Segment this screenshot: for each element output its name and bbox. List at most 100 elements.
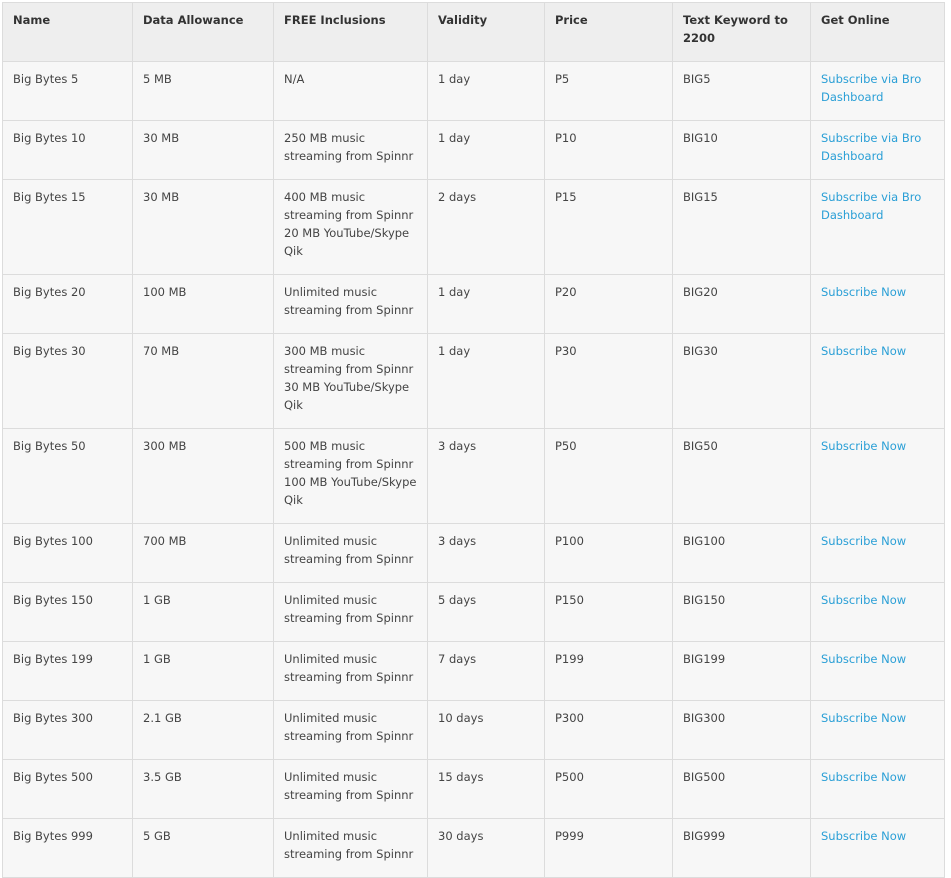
price-cell: P199: [544, 641, 673, 701]
inclusion-item: 250 MB music streaming from Spinnr: [284, 131, 414, 163]
table-row: Big Bytes 300 2.1 GB Unlimited music strea…: [2, 700, 945, 760]
price-cell: P500: [544, 759, 673, 819]
subscribe-link[interactable]: Subscribe Now: [821, 711, 906, 725]
text-keyword-cell: BIG30: [672, 333, 811, 429]
text-keyword-cell: BIG300: [672, 700, 811, 760]
price-cell: P5: [544, 61, 673, 121]
get-online-cell: Subscribe Now: [810, 818, 945, 878]
get-online-cell: Subscribe Now: [810, 700, 945, 760]
text-keyword-cell: BIG15: [672, 179, 811, 275]
subscribe-link[interactable]: Subscribe Now: [821, 770, 906, 784]
validity-cell: 15 days: [427, 759, 545, 819]
inclusion-item: 400 MB music streaming from Spinnr: [284, 190, 414, 222]
text-keyword-cell: BIG999: [672, 818, 811, 878]
data-allowance-cell: 1 GB: [132, 641, 274, 701]
free-inclusions-cell: 400 MB music streaming from Spinnr 20 MB …: [273, 179, 428, 275]
free-inclusions-cell: N/A: [273, 61, 428, 121]
subscribe-link[interactable]: Subscribe Now: [821, 593, 906, 607]
get-online-cell: Subscribe via Bro Dashboard: [810, 179, 945, 275]
validity-cell: 1 day: [427, 274, 545, 334]
plan-name-cell: Big Bytes 100: [2, 523, 133, 583]
inclusion-item: 100 MB YouTube/Skype Qik: [284, 475, 417, 507]
free-inclusions-cell: 300 MB music streaming from Spinnr 30 MB …: [273, 333, 428, 429]
validity-cell: 3 days: [427, 428, 545, 524]
get-online-cell: Subscribe Now: [810, 641, 945, 701]
free-inclusions-cell: Unlimited music streaming from Spinnr: [273, 700, 428, 760]
table-row: Big Bytes 999 5 GB Unlimited music streami…: [2, 818, 945, 878]
validity-cell: 10 days: [427, 700, 545, 760]
inclusion-item: 30 MB YouTube/Skype Qik: [284, 380, 410, 412]
plan-name-cell: Big Bytes 300: [2, 700, 133, 760]
text-keyword-cell: BIG500: [672, 759, 811, 819]
plan-name-cell: Big Bytes 10: [2, 120, 133, 180]
column-header-name: Name: [2, 2, 133, 62]
text-keyword-cell: BIG199: [672, 641, 811, 701]
data-allowance-cell: 70 MB: [132, 333, 274, 429]
data-allowance-cell: 300 MB: [132, 428, 274, 524]
validity-cell: 30 days: [427, 818, 545, 878]
table-row: Big Bytes 15 30 MB 400 MB music streaming …: [2, 179, 945, 275]
subscribe-link[interactable]: Subscribe Now: [821, 344, 906, 358]
column-header-get-online: Get Online: [810, 2, 945, 62]
inclusion-item: N/A: [284, 72, 305, 86]
table-row: Big Bytes 100 700 MB Unlimited music strea…: [2, 523, 945, 583]
inclusion-item: Unlimited music streaming from Spinnr: [284, 534, 414, 566]
table-row: Big Bytes 30 70 MB 300 MB music streaming …: [2, 333, 945, 429]
price-cell: P100: [544, 523, 673, 583]
validity-cell: 3 days: [427, 523, 545, 583]
validity-cell: 5 days: [427, 582, 545, 642]
price-cell: P30: [544, 333, 673, 429]
price-cell: P999: [544, 818, 673, 878]
table-row: Big Bytes 500 3.5 GB Unlimited music strea…: [2, 759, 945, 819]
get-online-cell: Subscribe Now: [810, 428, 945, 524]
column-header-validity: Validity: [427, 2, 545, 62]
inclusion-item: 300 MB music streaming from Spinnr: [284, 344, 414, 376]
data-allowance-cell: 1 GB: [132, 582, 274, 642]
get-online-cell: Subscribe via Bro Dashboard: [810, 120, 945, 180]
subscribe-link[interactable]: Subscribe Now: [821, 652, 906, 666]
subscribe-link[interactable]: Subscribe Now: [821, 829, 906, 843]
big-bytes-promo-table: Name Data Allowance FREE Inclusions Vali…: [2, 2, 945, 878]
price-cell: P20: [544, 274, 673, 334]
subscribe-link[interactable]: Subscribe via Bro Dashboard: [821, 190, 921, 222]
plan-name-cell: Big Bytes 150: [2, 582, 133, 642]
table-row: Big Bytes 150 1 GB Unlimited music streami…: [2, 582, 945, 642]
table-row: Big Bytes 50 300 MB 500 MB music streaming…: [2, 428, 945, 524]
subscribe-link[interactable]: Subscribe via Bro Dashboard: [821, 72, 921, 104]
get-online-cell: Subscribe via Bro Dashboard: [810, 61, 945, 121]
text-keyword-cell: BIG100: [672, 523, 811, 583]
data-allowance-cell: 700 MB: [132, 523, 274, 583]
plan-name-cell: Big Bytes 20: [2, 274, 133, 334]
free-inclusions-cell: Unlimited music streaming from Spinnr: [273, 582, 428, 642]
subscribe-link[interactable]: Subscribe via Bro Dashboard: [821, 131, 921, 163]
validity-cell: 2 days: [427, 179, 545, 275]
subscribe-link[interactable]: Subscribe Now: [821, 534, 906, 548]
table-row: Big Bytes 55 MB N/A 1 day P5 BIG5 Subscribe v…: [2, 61, 945, 121]
validity-cell: 7 days: [427, 641, 545, 701]
plan-name-cell: Big Bytes 30: [2, 333, 133, 429]
get-online-cell: Subscribe Now: [810, 759, 945, 819]
plan-name-cell: Big Bytes 199: [2, 641, 133, 701]
inclusion-item: Unlimited music streaming from Spinnr: [284, 829, 414, 861]
data-allowance-cell: 30 MB: [132, 120, 274, 180]
plan-name-cell: Big Bytes 50: [2, 428, 133, 524]
header-row: Name Data Allowance FREE Inclusions Vali…: [2, 2, 945, 62]
subscribe-link[interactable]: Subscribe Now: [821, 439, 906, 453]
validity-cell: 1 day: [427, 61, 545, 121]
text-keyword-cell: BIG50: [672, 428, 811, 524]
free-inclusions-cell: 250 MB music streaming from Spinnr: [273, 120, 428, 180]
table-header: Name Data Allowance FREE Inclusions Vali…: [2, 2, 945, 62]
data-allowance-cell: 30 MB: [132, 179, 274, 275]
free-inclusions-cell: 500 MB music streaming from Spinnr 100 MB…: [273, 428, 428, 524]
get-online-cell: Subscribe Now: [810, 333, 945, 429]
text-keyword-cell: BIG20: [672, 274, 811, 334]
data-allowance-cell: 3.5 GB: [132, 759, 274, 819]
table-row: Big Bytes 199 1 GB Unlimited music streami…: [2, 641, 945, 701]
free-inclusions-cell: Unlimited music streaming from Spinnr: [273, 523, 428, 583]
subscribe-link[interactable]: Subscribe Now: [821, 285, 906, 299]
inclusion-item: Unlimited music streaming from Spinnr: [284, 770, 414, 802]
text-keyword-cell: BIG5: [672, 61, 811, 121]
validity-cell: 1 day: [427, 333, 545, 429]
plan-name-cell: Big Bytes 5: [2, 61, 133, 121]
get-online-cell: Subscribe Now: [810, 523, 945, 583]
